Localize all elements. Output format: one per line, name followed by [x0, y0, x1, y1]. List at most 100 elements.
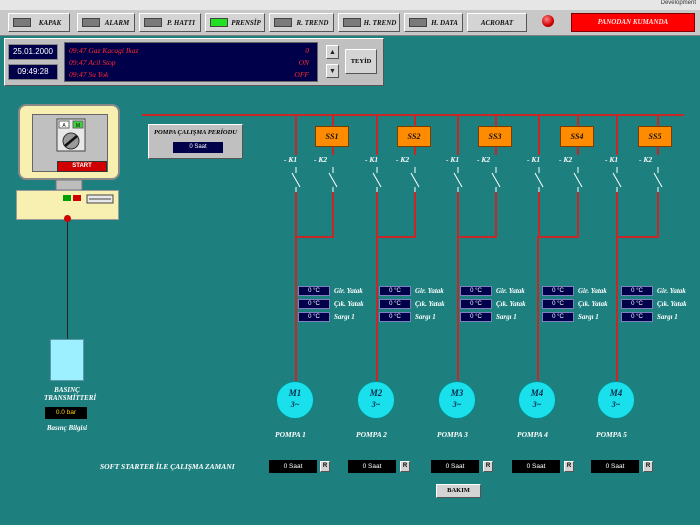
bus-wire: [538, 192, 540, 238]
event-state: 0: [305, 46, 309, 55]
motor-name: M4: [530, 388, 544, 398]
reset-button[interactable]: R: [320, 461, 330, 472]
pump-motor-icon[interactable]: M2 3~: [357, 381, 395, 419]
pressure-value: 0.0 bar: [45, 407, 87, 419]
event-text: 09:47 Su Yok: [69, 70, 109, 79]
temperature-label: Çık. Yatak: [334, 300, 364, 308]
nav-button-label: ALARM: [104, 19, 130, 27]
nav-button[interactable]: KAPAK: [8, 13, 70, 32]
bus-wire: [376, 192, 378, 238]
indicator-led-icon: [409, 18, 427, 27]
contactor-switch-icon: [410, 167, 420, 193]
bus-wire: [538, 236, 579, 238]
contactor-k2-label: - K2: [314, 155, 328, 164]
soft-starter-box[interactable]: SS1: [315, 126, 349, 147]
maintenance-button[interactable]: BAKIM: [436, 484, 481, 498]
reset-button[interactable]: R: [400, 461, 410, 472]
temperature-value: 0 °C: [542, 299, 574, 309]
panel-control-button[interactable]: PANODAN KUMANDA: [571, 13, 695, 32]
nav-button[interactable]: R. TREND: [269, 13, 334, 32]
contactor-k2-label: - K2: [639, 155, 653, 164]
pump-motor-icon[interactable]: M1 3~: [276, 381, 314, 419]
contactor-k1-label: - K1: [446, 155, 460, 164]
temperature-value: 0 °C: [379, 299, 411, 309]
reset-button[interactable]: R: [483, 461, 493, 472]
temperature-value: 0 °C: [298, 286, 330, 296]
event-row[interactable]: 09:47 Acil Stop ON: [69, 58, 309, 69]
pump-motor-icon[interactable]: M3 3~: [438, 381, 476, 419]
pressure-caption: Basınç Bilgisi: [46, 424, 88, 432]
bus-wire: [376, 236, 416, 238]
temperature-value: 0 °C: [621, 312, 653, 322]
bus-wire: [657, 147, 659, 155]
temperature-label: Çık. Yatak: [578, 300, 608, 308]
date-display: 25.01.2000: [8, 44, 58, 60]
nav-button-label: R. TREND: [296, 19, 329, 27]
bus-wire: [295, 115, 297, 155]
bus-wire: [457, 192, 459, 238]
bus-wire: [457, 115, 459, 155]
nav-button[interactable]: ACROBAT: [467, 13, 527, 32]
event-text: 09:47 Gaz Kacagi Ikaz: [69, 46, 139, 55]
contactor-k1-label: - K1: [284, 155, 298, 164]
event-row[interactable]: 09:47 Su Yok OFF: [69, 70, 309, 81]
cable-junction-icon: [64, 215, 71, 222]
scroll-up-button[interactable]: ▲: [326, 45, 339, 59]
motor-phase: 3~: [452, 400, 462, 409]
pump-motor-icon[interactable]: M4 3~: [597, 381, 635, 419]
pump-period-panel: POMPA ÇALIŞMA PERİODU 0 Saat: [148, 124, 243, 159]
temperature-label: Sargı 1: [334, 313, 355, 321]
soft-starter-box[interactable]: SS2: [397, 126, 431, 147]
scroll-down-button[interactable]: ▼: [326, 64, 339, 78]
soft-starter-hours: 0 Saat: [431, 460, 479, 473]
reset-button[interactable]: R: [564, 461, 574, 472]
event-row[interactable]: 09:47 Gaz Kacagi Ikaz 0: [69, 46, 309, 57]
bus-wire: [332, 192, 334, 238]
bus-wire: [577, 115, 579, 126]
bus-wire: [577, 147, 579, 155]
bus-wire: [332, 147, 334, 155]
contactor-switch-icon: [372, 167, 382, 193]
corner-label: Development: [660, 0, 696, 6]
reset-button[interactable]: R: [643, 461, 653, 472]
contactor-switch-icon: [491, 167, 501, 193]
pump-name: POMPA 2: [356, 430, 387, 439]
bus-wire: [495, 147, 497, 155]
confirm-button[interactable]: TEYİD: [345, 49, 377, 74]
nav-button-label: PRENSİP: [231, 19, 261, 27]
bus-wire: [295, 236, 297, 382]
transmitter-title: BASINÇ TRANSMİTTERİ: [44, 386, 97, 402]
soft-starter-box[interactable]: SS5: [638, 126, 672, 147]
pressure-transmitter: [50, 339, 84, 381]
soft-starter-box[interactable]: SS4: [560, 126, 594, 147]
bus-wire: [376, 236, 378, 382]
pump-period-value: 0 Saat: [173, 142, 223, 153]
bus-wire: [495, 192, 497, 238]
nav-button[interactable]: ALARM: [77, 13, 135, 32]
temperature-label: Gir. Yatak: [657, 287, 686, 295]
soft-starter-box[interactable]: SS3: [478, 126, 512, 147]
pump-period-title: POMPA ÇALIŞMA PERİODU: [154, 129, 237, 136]
nav-button[interactable]: H. DATA: [404, 13, 463, 32]
temperature-label: Gir. Yatak: [334, 287, 363, 295]
temperature-value: 0 °C: [542, 312, 574, 322]
bus-wire: [414, 192, 416, 238]
nav-button[interactable]: PRENSİP: [205, 13, 265, 32]
temperature-label: Sargı 1: [578, 313, 599, 321]
start-button[interactable]: START: [57, 161, 107, 172]
motor-phase: 3~: [371, 400, 381, 409]
pump-name: POMPA 5: [596, 430, 627, 439]
nav-button[interactable]: H. TREND: [338, 13, 400, 32]
bus-wire: [414, 115, 416, 126]
temperature-value: 0 °C: [460, 312, 492, 322]
soft-starter-hours: 0 Saat: [512, 460, 560, 473]
motor-phase: 3~: [290, 400, 300, 409]
nav-button-label: H. DATA: [431, 19, 458, 27]
temperature-label: Çık. Yatak: [657, 300, 687, 308]
pump-motor-icon[interactable]: M4 3~: [518, 381, 556, 419]
nav-button[interactable]: P. HATTI: [139, 13, 201, 32]
motor-name: M4: [609, 388, 623, 398]
event-text: 09:47 Acil Stop: [69, 58, 116, 67]
temperature-value: 0 °C: [379, 286, 411, 296]
temperature-value: 0 °C: [379, 312, 411, 322]
